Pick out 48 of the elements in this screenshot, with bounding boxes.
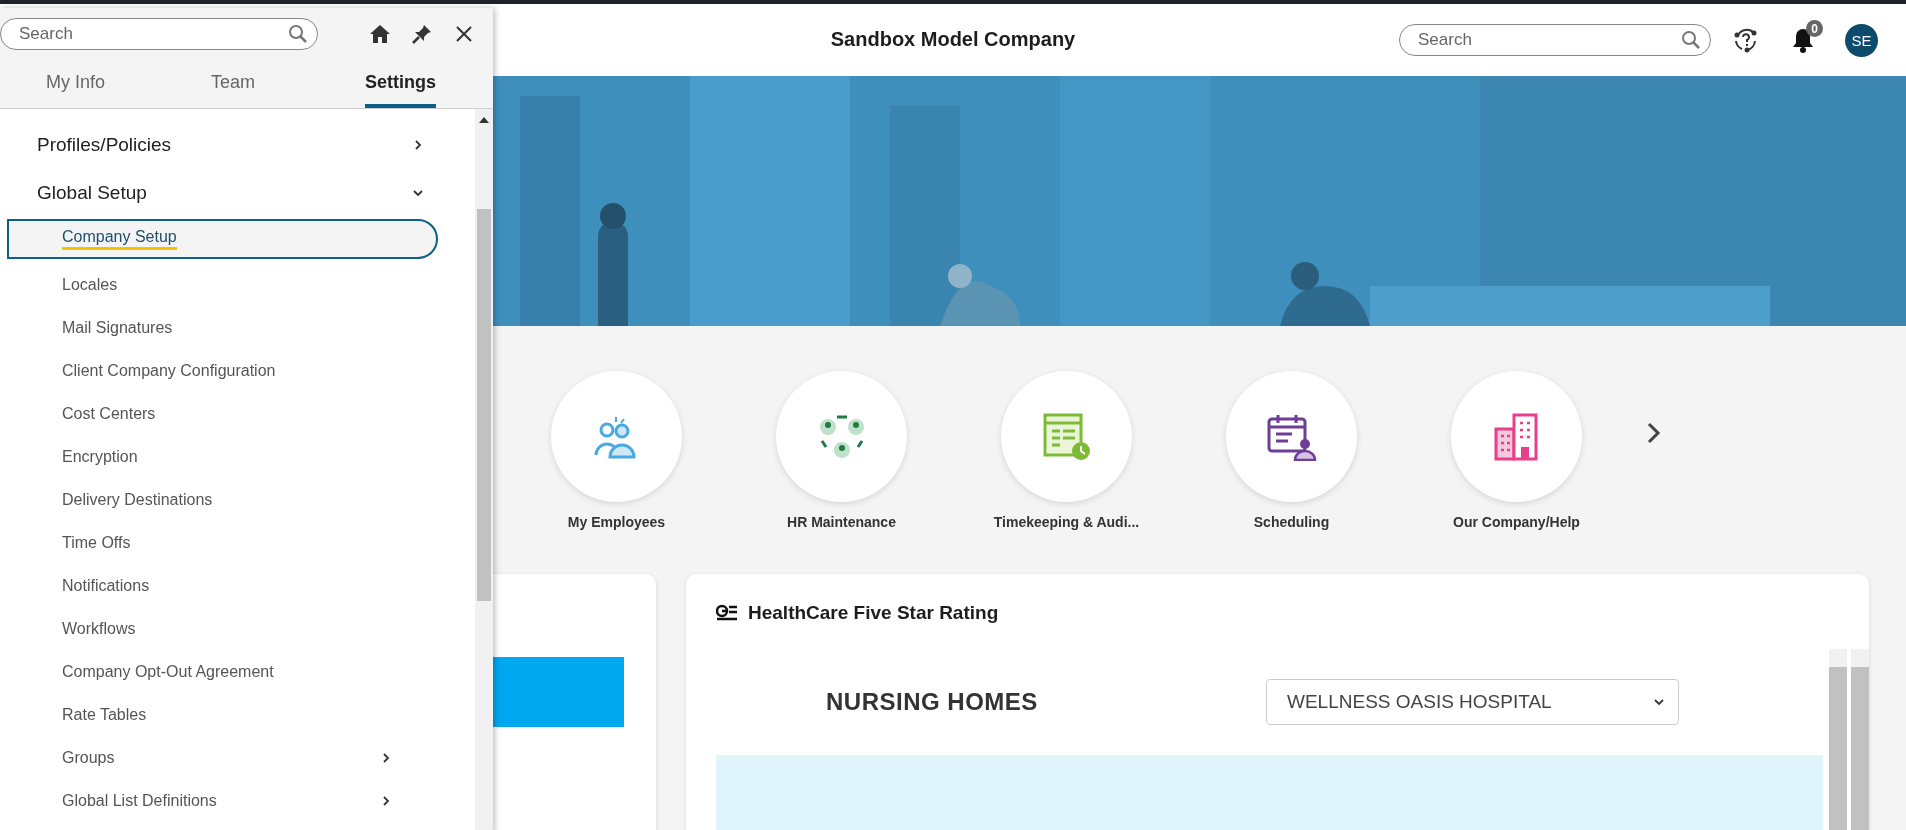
- submenu-item[interactable]: Locales: [7, 263, 438, 306]
- submenu-item[interactable]: Workflows: [7, 607, 438, 650]
- submenu-item[interactable]: Groups: [7, 736, 438, 779]
- search-field[interactable]: Search: [1399, 24, 1711, 56]
- buildings-icon: [1493, 412, 1540, 461]
- facility-select[interactable]: WELLNESS OASIS HOSPITAL: [1266, 679, 1679, 725]
- submenu-item[interactable]: Rate Tables: [7, 693, 438, 736]
- team-cycle-icon: [817, 413, 866, 460]
- card-title: HealthCare Five Star Rating: [748, 602, 999, 624]
- module-label: My Employees: [567, 514, 666, 530]
- submenu-item[interactable]: Company Setup: [7, 219, 438, 259]
- scroll-thumb[interactable]: [477, 209, 491, 601]
- module-label: Scheduling: [1253, 514, 1330, 530]
- submenu-item[interactable]: Cost Centers: [7, 392, 438, 435]
- home-icon[interactable]: [369, 24, 391, 44]
- report-icon: [716, 604, 738, 622]
- scrollbar[interactable]: [475, 109, 493, 830]
- panel-tab[interactable]: Settings: [365, 72, 437, 108]
- notification-count: 0: [1806, 20, 1823, 37]
- panel-tab[interactable]: Team: [211, 72, 256, 108]
- submenu-item[interactable]: Client Company Configuration: [7, 349, 438, 392]
- close-icon[interactable]: [455, 25, 473, 43]
- submenu-item[interactable]: Mail Signatures: [7, 306, 438, 349]
- menu-item[interactable]: Global Setup: [0, 169, 475, 217]
- calendar-person-icon: [1266, 412, 1317, 461]
- pin-icon[interactable]: [411, 23, 433, 45]
- submenu-item[interactable]: Company Opt-Out Agreement: [7, 650, 438, 693]
- submenu-item[interactable]: Global List Definitions: [7, 779, 438, 822]
- module-label: Our Company/Help: [1453, 514, 1580, 530]
- module-label: HR Maintenance: [787, 514, 896, 530]
- scroll-up-icon: [479, 117, 489, 123]
- search-icon: [1681, 30, 1701, 50]
- submenu-item[interactable]: Encryption: [7, 435, 438, 478]
- section-heading: NURSING HOMES: [826, 688, 1039, 716]
- submenu-item[interactable]: Time Offs: [7, 521, 438, 564]
- search-field[interactable]: Search: [0, 18, 318, 50]
- scrollbar[interactable]: [1851, 649, 1869, 830]
- panel-tab[interactable]: My Info: [46, 72, 106, 108]
- menu-item[interactable]: Profiles/Policies: [0, 121, 475, 169]
- submenu-item[interactable]: Notifications: [7, 564, 438, 607]
- submenu-item[interactable]: Delivery Destinations: [7, 478, 438, 521]
- module-label: Timekeeping & Audi...: [993, 514, 1140, 530]
- company-title: Sandbox Model Company: [830, 28, 1076, 51]
- scrollbar[interactable]: [1829, 649, 1847, 830]
- search-icon: [288, 24, 308, 44]
- user-avatar[interactable]: SE: [1845, 23, 1878, 57]
- help-icon[interactable]: [1733, 27, 1759, 53]
- timesheet-clock-icon: [1042, 412, 1091, 461]
